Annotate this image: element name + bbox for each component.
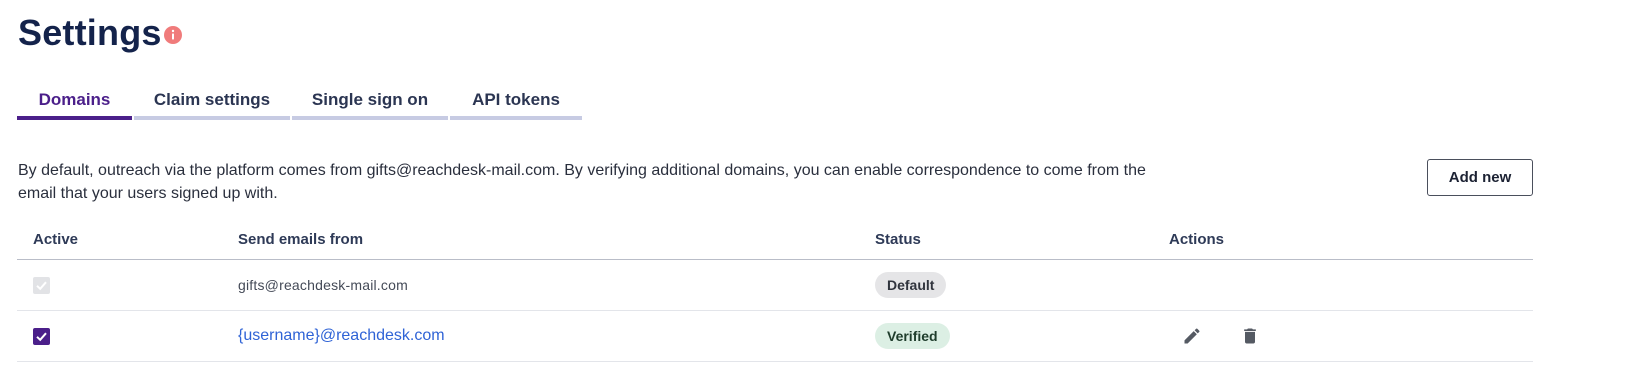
settings-tabs: Domains Claim settings Single sign on AP… (17, 86, 584, 120)
active-checkbox[interactable] (33, 327, 50, 345)
tab-api-tokens[interactable]: API tokens (450, 86, 582, 120)
column-header-send-emails-from: Send emails from (238, 231, 364, 248)
status-badge: Verified (875, 323, 950, 349)
sender-email: gifts@reachdesk-mail.com (238, 277, 408, 293)
status-badge: Default (875, 272, 947, 298)
domains-table: Active Send emails from Status Actions g… (17, 225, 1533, 362)
info-icon[interactable] (163, 26, 182, 44)
tab-claim-settings[interactable]: Claim settings (134, 86, 290, 120)
column-header-actions: Actions (1169, 231, 1225, 248)
tab-single-sign-on[interactable]: Single sign on (292, 86, 448, 120)
tab-domains[interactable]: Domains (17, 86, 132, 120)
trash-icon[interactable] (1239, 325, 1261, 347)
table-row: {username}@reachdesk.com Verified (17, 311, 1533, 362)
domains-description: By default, outreach via the platform co… (18, 162, 1146, 202)
page-title: Settings (18, 12, 162, 53)
column-header-status: Status (875, 231, 921, 248)
table-row: gifts@reachdesk-mail.com Default (17, 260, 1533, 311)
table-header: Active Send emails from Status Actions (17, 225, 1533, 260)
column-header-active: Active (33, 231, 79, 248)
page-header: Settings (18, 10, 182, 56)
sender-email-link[interactable]: {username}@reachdesk.com (238, 327, 445, 345)
active-checkbox-disabled (33, 276, 50, 294)
pencil-icon[interactable] (1181, 325, 1203, 347)
add-new-button[interactable]: Add new (1427, 159, 1533, 196)
